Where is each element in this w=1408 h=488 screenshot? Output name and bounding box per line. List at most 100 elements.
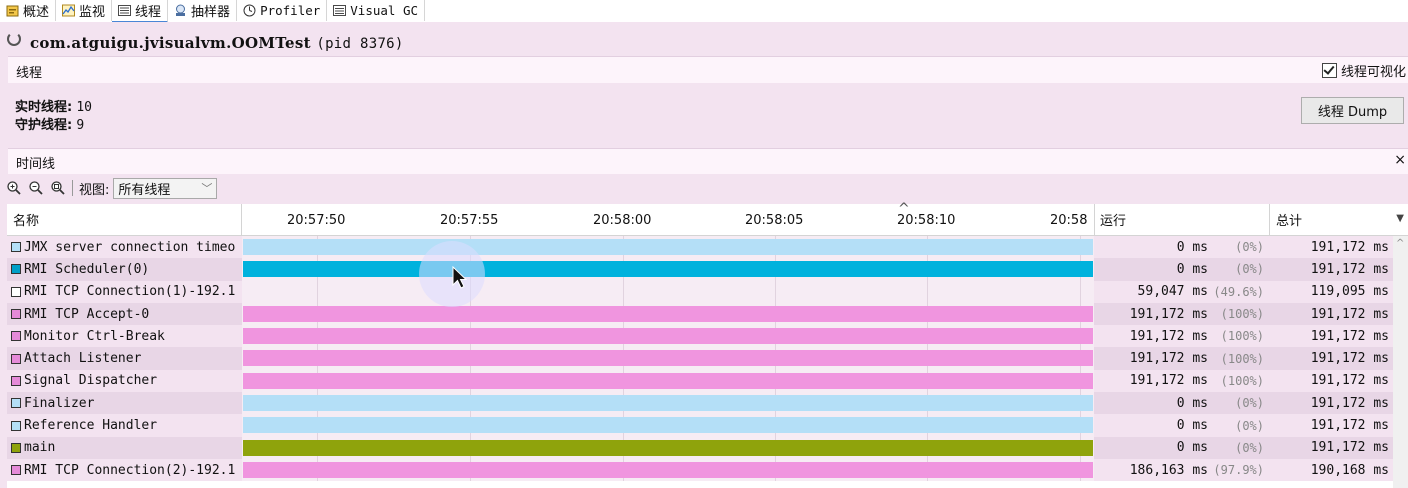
run-time-percent: (0%) [1235,440,1264,455]
run-time-cell: 0 ms (0%) [1094,236,1270,259]
table-row[interactable]: Signal Dispatcher 191,172 ms (100%) 191,172… [7,369,1393,393]
tab-monitor-label: 监视 [79,5,106,20]
thread-timeline-cell [242,236,1094,259]
table-body: JMX server connection timeo 0 ms (0%) 191,1… [7,236,1393,482]
vertical-scrollbar[interactable]: ^ [1393,236,1408,488]
timeline-gridline [317,280,318,303]
close-icon[interactable]: × [1394,152,1406,168]
table-row[interactable]: Reference Handler 0 ms (0%) 191,172 ms [7,414,1393,437]
thread-name-cell: Signal Dispatcher [7,369,242,393]
timeline-toolbar: 视图: 所有线程 ﹀ [0,173,1408,203]
overview-icon [6,5,19,17]
thread-name: Attach Listener [24,351,142,367]
thread-state-swatch [11,242,21,253]
thread-name-cell: Finalizer [7,392,242,415]
table-row[interactable]: RMI Scheduler(0) 0 ms (0%) 191,172 ms [7,258,1393,281]
column-header-total[interactable]: 总计 ▼ [1270,204,1408,235]
run-time-value: 0 ms [1176,239,1208,255]
thread-state-bar [243,417,1093,434]
daemon-threads-value: 9 [76,118,85,133]
column-header-name[interactable]: 名称 [7,204,242,235]
total-time-cell: 191,172 ms [1270,392,1393,415]
live-threads-label: 实时线程: [15,100,73,115]
run-time-cell: 186,163 ms (97.9%) [1094,458,1270,482]
run-time-value: 191,172 ms [1129,351,1208,367]
column-header-run[interactable]: 运行 [1094,204,1270,235]
time-tick: 20:58:10 [897,213,956,228]
thread-state-bar [243,261,1093,278]
thread-state-bar [243,372,1093,389]
thread-timeline-cell [242,414,1094,437]
thread-state-swatch [11,442,21,453]
thread-state-swatch [11,353,21,364]
zoom-out-icon[interactable] [28,180,44,196]
thread-name-cell: Attach Listener [7,347,242,370]
thread-name: RMI TCP Connection(2)-192.1 [24,462,236,478]
run-time-percent: (100%) [1220,373,1264,388]
run-time-value: 0 ms [1176,418,1208,434]
timeline-section-title: 时间线 [16,157,56,172]
time-tick: 20:57:50 [287,213,346,228]
thread-name: Finalizer [24,395,95,411]
zoom-fit-icon[interactable] [50,180,66,196]
total-time-cell: 191,172 ms [1270,325,1393,348]
pid-label: (pid 8376) [316,36,404,52]
thread-state-swatch [11,465,21,476]
tab-threads[interactable]: 线程 [112,0,169,23]
thread-stats: 实时线程: 10 守护线程: 9 [15,99,92,135]
visualize-threads-label: 线程可视化 [1340,65,1406,80]
thread-dump-button[interactable]: 线程 Dump [1301,97,1404,124]
total-time-cell: 191,172 ms [1270,302,1393,326]
view-dropdown[interactable]: 所有线程 ﹀ [113,177,218,199]
run-time-value: 59,047 ms [1137,284,1208,300]
checkbox-icon[interactable] [1321,63,1337,78]
table-row[interactable]: Attach Listener 191,172 ms (100%) 191,172 m… [7,347,1393,370]
table-row[interactable]: RMI TCP Connection(2)-192.1 186,163 ms (97… [7,458,1393,482]
run-time-value: 186,163 ms [1129,462,1208,478]
thread-state-bar [243,395,1093,412]
run-time-cell: 0 ms (0%) [1094,392,1270,415]
zoom-in-icon[interactable] [6,180,22,196]
thread-name: RMI Scheduler(0) [24,261,150,277]
run-time-value: 0 ms [1176,261,1208,277]
visualize-threads-checkbox[interactable]: 线程可视化 [1321,61,1406,80]
tab-monitor[interactable]: 监视 [56,0,113,21]
tab-overview[interactable]: 概述 [0,0,57,21]
table-row[interactable]: main 0 ms (0%) 191,172 ms [7,436,1393,459]
scroll-up-icon[interactable]: ^ [1396,238,1404,249]
threads-section-header: 线程 线程可视化 [8,56,1408,83]
thread-name-cell: RMI TCP Connection(2)-192.1 [7,458,242,482]
thread-state-swatch [11,309,21,320]
column-header-timeline[interactable]: ^ 20:57:50 20:57:55 20:58:00 20:58:05 20… [242,201,1095,235]
sort-down-icon[interactable]: ▼ [1396,213,1404,224]
table-row[interactable]: RMI TCP Connection(1)-192.1 59,047 ms (49.… [7,280,1393,303]
table-row[interactable]: RMI TCP Accept-0 191,172 ms (100%) 191,172 … [7,302,1393,326]
thread-timeline-cell [242,392,1094,415]
table-row[interactable]: Monitor Ctrl-Break 191,172 ms (100%) 191,17… [7,325,1393,348]
toolbar-divider [72,180,73,196]
run-time-percent: (100%) [1220,351,1264,366]
tab-profiler[interactable]: Profiler [237,0,328,21]
tab-profiler-label: Profiler [260,3,321,18]
timeline-gridline [470,280,471,303]
thread-name-cell: Monitor Ctrl-Break [7,325,242,348]
total-time-cell: 191,172 ms [1270,436,1393,459]
time-tick: 20:58:00 [593,213,652,228]
run-time-percent: (97.9%) [1213,463,1264,478]
tab-visual-gc[interactable]: Visual GC [327,0,426,21]
run-time-cell: 59,047 ms (49.6%) [1094,280,1270,303]
tab-sampler[interactable]: 抽样器 [168,0,238,21]
thread-name: RMI TCP Accept-0 [24,306,150,322]
thread-name: Reference Handler [24,418,158,434]
thread-timeline-cell [242,347,1094,370]
total-time-cell: 190,168 ms [1270,458,1393,482]
time-tick: 20:58 [1050,213,1088,228]
view-label: 视图: [79,182,110,198]
run-time-value: 191,172 ms [1129,373,1208,389]
table-row[interactable]: Finalizer 0 ms (0%) 191,172 ms [7,392,1393,415]
timeline-gridline [623,280,624,303]
time-tick: 20:57:55 [440,213,499,228]
daemon-threads-label: 守护线程: [15,118,73,133]
table-row[interactable]: JMX server connection timeo 0 ms (0%) 191,1… [7,236,1393,259]
thread-timeline-cell [242,458,1094,482]
